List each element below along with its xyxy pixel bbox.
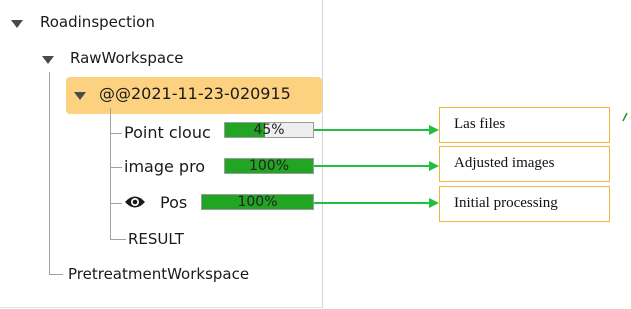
callout-label: Initial processing	[454, 195, 558, 211]
callout-label: Las files	[454, 116, 506, 132]
decorative-tick-icon	[622, 112, 628, 122]
callout-adjusted-images: Adjusted images	[439, 146, 610, 182]
callout-las-files: Las files	[439, 107, 610, 143]
callout-label: Adjusted images	[454, 155, 555, 171]
callout-initial-processing: Initial processing	[439, 186, 610, 222]
